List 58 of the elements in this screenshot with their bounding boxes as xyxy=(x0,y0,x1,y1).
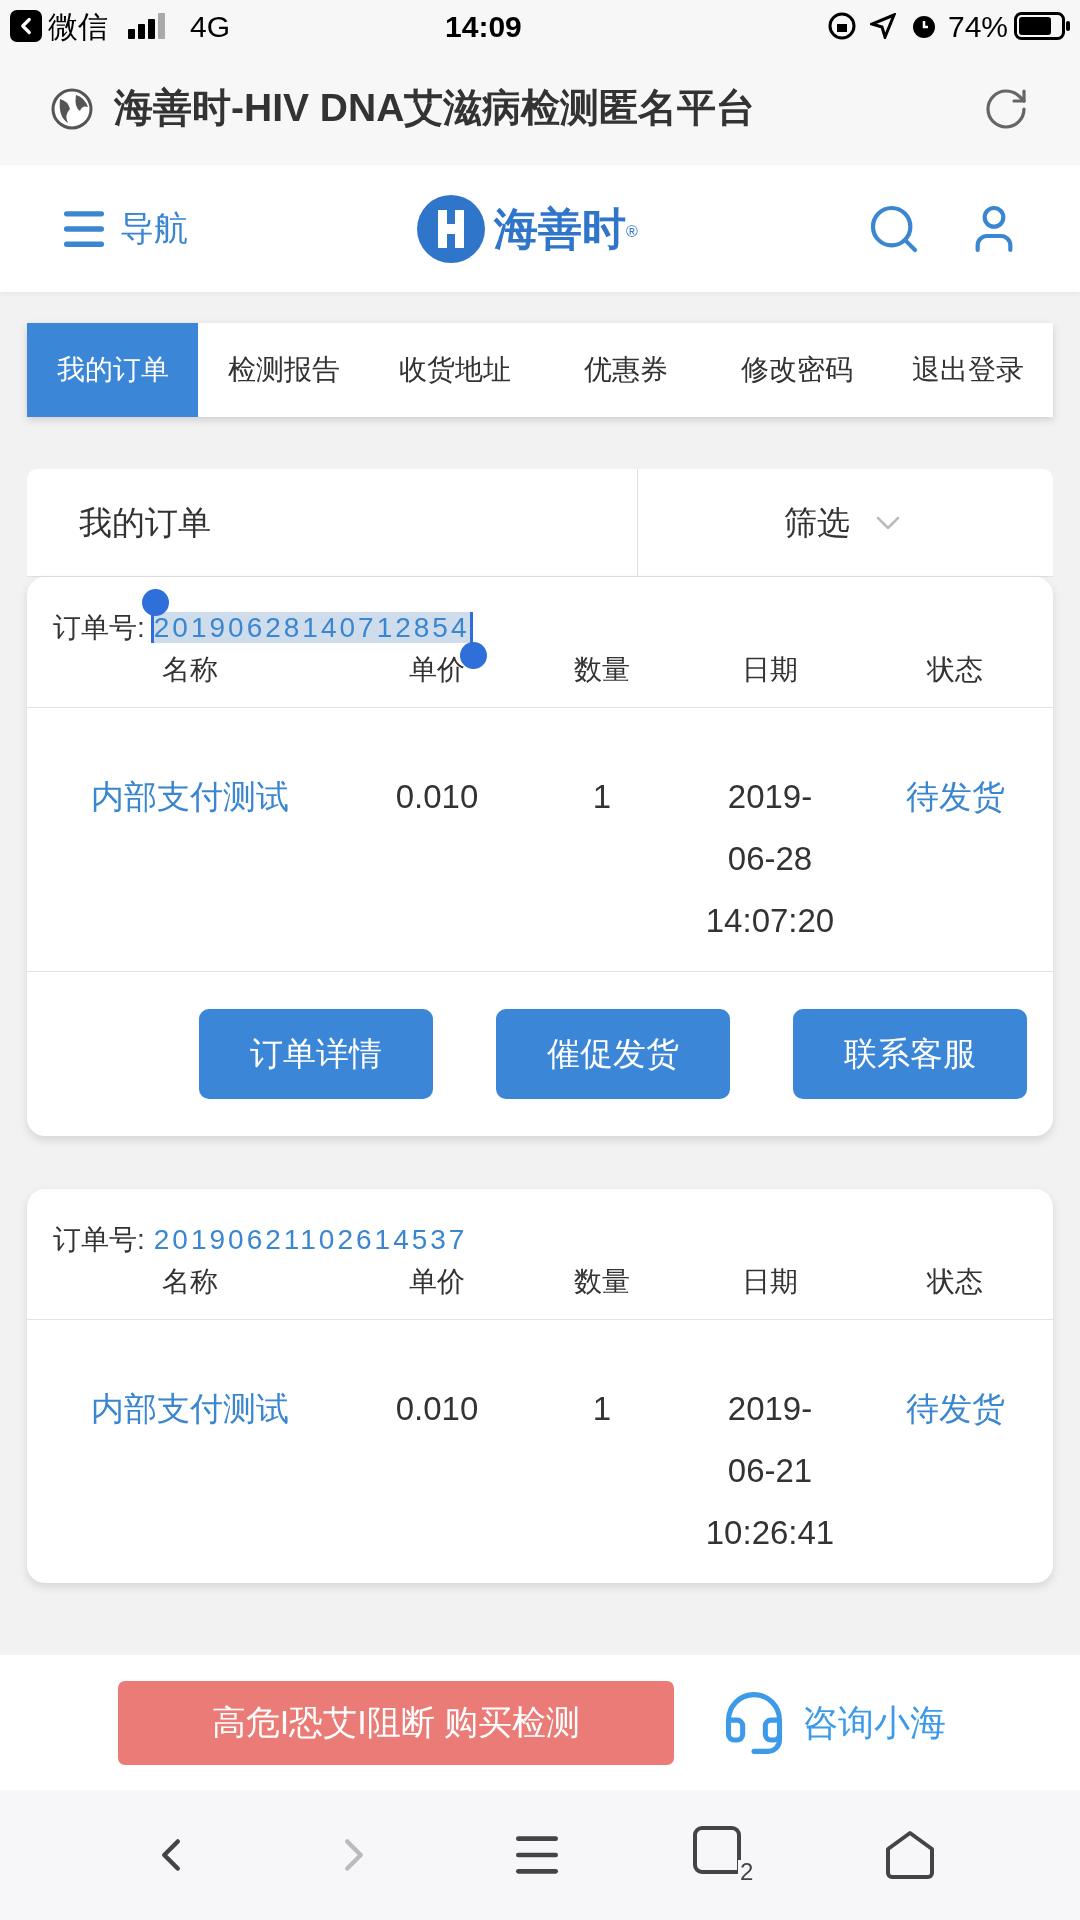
clock: 14:09 xyxy=(445,8,522,45)
column-header: 单价 xyxy=(409,653,465,687)
action-button[interactable]: 联系客服 xyxy=(793,1009,1027,1099)
date-text: 06-28 xyxy=(727,839,813,879)
price-cell-text: 0.010 xyxy=(395,1389,479,1429)
quantity-cell-text: 1 xyxy=(592,777,612,817)
consult-link[interactable]: 咨询小海 xyxy=(802,1695,946,1750)
column-header: 日期 xyxy=(742,653,798,687)
tab[interactable]: 退出登录 xyxy=(882,323,1053,417)
date-text: 06-21 xyxy=(727,1451,813,1491)
action-button[interactable]: 订单详情 xyxy=(199,1009,433,1099)
page-title: 海善时-HIV DNA艾滋病检测匿名平台 xyxy=(114,85,756,132)
signal-icon xyxy=(128,13,168,39)
column-header: 状态 xyxy=(927,1265,983,1299)
order-number-label: 订单号: xyxy=(53,1223,145,1257)
order-number[interactable]: 20190621102614537 xyxy=(150,1224,471,1255)
column-header: 日期 xyxy=(742,1265,798,1299)
registered-mark: ® xyxy=(626,222,638,240)
tab[interactable]: 修改密码 xyxy=(711,323,882,417)
column-header: 名称 xyxy=(162,1265,218,1299)
status-text: 待发货 xyxy=(905,777,1005,817)
column-header: 状态 xyxy=(927,653,983,687)
price-cell-text: 0.010 xyxy=(395,777,479,817)
order-number-label: 订单号: xyxy=(53,611,145,645)
selection-handle-icon[interactable] xyxy=(141,589,169,616)
date-text: 2019- xyxy=(727,1389,813,1429)
column-header: 数量 xyxy=(574,1265,630,1299)
battery-percent: 74% xyxy=(947,8,1008,45)
product-name[interactable]: 内部支付测试 xyxy=(91,766,289,828)
location-arrow-icon xyxy=(869,13,896,39)
tab[interactable]: 收货地址 xyxy=(369,323,540,417)
nav-menu-button[interactable]: 导航 xyxy=(58,202,188,255)
back-icon[interactable] xyxy=(10,10,42,42)
tab[interactable]: 检测报告 xyxy=(198,323,369,417)
date-text: 2019- xyxy=(727,777,813,817)
status-text: 待发货 xyxy=(905,1389,1005,1429)
tab[interactable]: 我的订单 xyxy=(27,323,198,417)
home-icon[interactable] xyxy=(883,1829,936,1881)
battery-icon xyxy=(1014,12,1070,40)
action-button[interactable]: 催促发货 xyxy=(496,1009,730,1099)
product-name[interactable]: 内部支付测试 xyxy=(91,1378,289,1440)
order-number[interactable]: 20190628140712854 xyxy=(150,612,473,643)
back-app-label[interactable]: 微信 xyxy=(48,3,108,49)
column-header: 单价 xyxy=(409,1265,465,1299)
logo-icon xyxy=(416,193,487,264)
quantity-cell-text: 1 xyxy=(592,1389,612,1429)
date-text: 14:07:20 xyxy=(705,901,835,941)
column-header: 名称 xyxy=(162,653,218,687)
buy-test-button[interactable]: 高危I恐艾I阻断 购买检测 xyxy=(118,1680,674,1765)
logo-text: 海善时 xyxy=(494,202,627,255)
panel-title: 我的订单 xyxy=(27,469,638,576)
tab[interactable]: 优惠券 xyxy=(540,323,711,417)
network-label: 4G xyxy=(190,8,231,45)
date-text: 10:26:41 xyxy=(705,1513,835,1553)
rotation-lock-icon xyxy=(827,12,856,40)
filter-dropdown[interactable]: 筛选 xyxy=(638,469,1053,576)
column-header: 数量 xyxy=(574,653,630,687)
globe-icon xyxy=(50,86,94,131)
